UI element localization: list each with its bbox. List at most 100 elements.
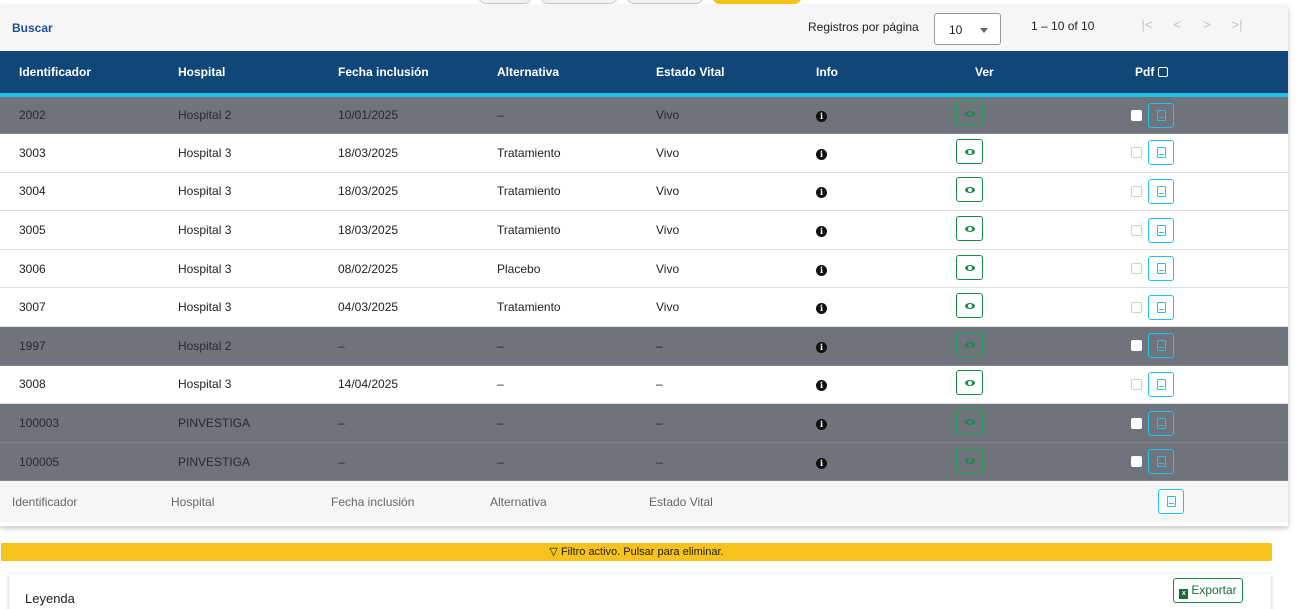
pdf-file-icon bbox=[1157, 340, 1166, 352]
view-button[interactable] bbox=[956, 409, 983, 435]
search-link[interactable]: Buscar bbox=[12, 21, 53, 35]
table-row[interactable]: 3006 Hospital 3 08/02/2025 Placebo Vivo i bbox=[0, 249, 1288, 289]
top-tab[interactable] bbox=[540, 0, 618, 4]
pdf-button[interactable] bbox=[1148, 371, 1174, 397]
pdf-button[interactable] bbox=[1148, 333, 1174, 359]
row-select-checkbox[interactable] bbox=[1131, 263, 1142, 275]
cell-hospital: PINVESTIGA bbox=[159, 403, 319, 443]
info-circle-icon[interactable]: i bbox=[816, 264, 827, 276]
view-button[interactable] bbox=[956, 177, 983, 203]
active-filter-banner[interactable]: ▽ Filtro activo. Pulsar para eliminar. bbox=[1, 543, 1272, 561]
row-select-checkbox[interactable] bbox=[1131, 417, 1142, 429]
row-select-checkbox[interactable] bbox=[1131, 185, 1142, 197]
next-page-icon[interactable]: > bbox=[1192, 17, 1222, 32]
cell-alternativa: Tratamiento bbox=[478, 172, 637, 212]
top-tab-active[interactable] bbox=[712, 0, 802, 4]
cell-fecha: 14/04/2025 bbox=[319, 365, 478, 405]
col-header-info: Info bbox=[816, 65, 838, 79]
col-header-pdf: Pdf bbox=[1116, 51, 1288, 95]
cell-estado: – bbox=[637, 326, 797, 366]
row-select-checkbox[interactable] bbox=[1131, 378, 1142, 390]
cell-alternativa: Tratamiento bbox=[478, 210, 637, 250]
info-circle-icon[interactable]: i bbox=[816, 341, 827, 353]
eye-icon bbox=[965, 187, 975, 194]
table-row[interactable]: 3007 Hospital 3 04/03/2025 Tratamiento Vivo i bbox=[0, 287, 1288, 328]
cell-estado: – bbox=[637, 442, 797, 482]
pdf-button[interactable] bbox=[1148, 294, 1174, 320]
row-select-checkbox[interactable] bbox=[1131, 456, 1142, 468]
view-button[interactable] bbox=[956, 101, 983, 127]
cell-fecha: 10/01/2025 bbox=[319, 95, 478, 135]
filter-hospital[interactable]: Hospital bbox=[159, 480, 319, 522]
row-select-checkbox[interactable] bbox=[1131, 224, 1142, 236]
view-button[interactable] bbox=[956, 447, 983, 473]
filter-identificador[interactable]: Identificador bbox=[0, 480, 159, 522]
info-circle-icon[interactable]: i bbox=[816, 380, 827, 392]
cell-alternativa: – bbox=[478, 365, 637, 405]
pdf-file-icon bbox=[1157, 263, 1166, 275]
cell-identificador: 3007 bbox=[0, 287, 159, 328]
cell-identificador: 1997 bbox=[0, 326, 159, 366]
info-circle-icon[interactable]: i bbox=[816, 148, 827, 160]
pdf-button[interactable] bbox=[1148, 217, 1174, 243]
col-header-estado[interactable]: Estado Vital bbox=[637, 51, 797, 95]
row-select-checkbox[interactable] bbox=[1131, 301, 1142, 313]
table-header: Identificador Hospital Fecha inclusión A… bbox=[0, 51, 1288, 95]
records-table: Identificador Hospital Fecha inclusión A… bbox=[0, 51, 1288, 522]
pdf-button[interactable] bbox=[1148, 140, 1174, 166]
pdf-button[interactable] bbox=[1148, 102, 1174, 128]
row-select-checkbox[interactable] bbox=[1131, 109, 1142, 121]
info-circle-icon[interactable]: i bbox=[816, 419, 827, 431]
info-circle-icon[interactable]: i bbox=[816, 111, 827, 123]
col-header-hospital[interactable]: Hospital bbox=[159, 51, 319, 95]
filter-row: Identificador Hospital Fecha inclusión A… bbox=[0, 480, 1288, 522]
pdf-button[interactable] bbox=[1148, 449, 1174, 475]
table-row[interactable]: 100005 PINVESTIGA – – – i bbox=[0, 442, 1288, 482]
bulk-pdf-button[interactable] bbox=[1158, 489, 1184, 515]
view-button[interactable] bbox=[956, 293, 983, 319]
cell-fecha: 18/03/2025 bbox=[319, 210, 478, 250]
cell-alternativa: – bbox=[478, 403, 637, 443]
info-circle-icon[interactable]: i bbox=[816, 303, 827, 315]
pdf-file-icon bbox=[1157, 456, 1166, 468]
cell-identificador: 100003 bbox=[0, 403, 159, 443]
table-row[interactable]: 2002 Hospital 2 10/01/2025– Vivo i bbox=[0, 95, 1288, 135]
export-button[interactable]: x Exportar bbox=[1173, 578, 1243, 603]
table-row[interactable]: 3005 Hospital 3 18/03/2025 Tratamiento Vivo i bbox=[0, 210, 1288, 250]
cell-identificador: 100005 bbox=[0, 442, 159, 482]
excel-icon: x bbox=[1179, 589, 1189, 599]
col-header-fecha[interactable]: Fecha inclusión bbox=[319, 51, 478, 95]
col-header-alternativa[interactable]: Alternativa bbox=[478, 51, 637, 95]
info-circle-icon[interactable]: i bbox=[816, 226, 827, 238]
view-button[interactable] bbox=[956, 138, 983, 164]
table-row[interactable]: 3008 Hospital 3 14/04/2025– – i bbox=[0, 365, 1288, 405]
row-select-checkbox[interactable] bbox=[1131, 147, 1142, 159]
info-circle-icon[interactable]: i bbox=[816, 457, 827, 469]
first-page-icon[interactable]: |< bbox=[1132, 17, 1162, 32]
pdf-button[interactable] bbox=[1148, 256, 1174, 282]
view-button[interactable] bbox=[956, 216, 983, 242]
view-button[interactable] bbox=[956, 331, 983, 357]
eye-icon bbox=[965, 419, 975, 426]
filter-estado[interactable]: Estado Vital bbox=[637, 480, 797, 522]
col-header-identificador[interactable]: Identificador bbox=[0, 51, 159, 95]
rows-per-page-select[interactable]: 10 bbox=[934, 13, 1001, 45]
view-button[interactable] bbox=[956, 254, 983, 280]
table-row[interactable]: 3003 Hospital 3 18/03/2025 Tratamiento Vivo i bbox=[0, 133, 1288, 173]
row-select-checkbox[interactable] bbox=[1131, 340, 1142, 352]
select-all-checkbox[interactable] bbox=[1158, 67, 1169, 77]
table-row[interactable]: 3004 Hospital 3 18/03/2025 Tratamiento Vivo i bbox=[0, 172, 1288, 212]
view-button[interactable] bbox=[956, 370, 983, 396]
table-row[interactable]: 100003 PINVESTIGA – – – i bbox=[0, 403, 1288, 443]
filter-fecha[interactable]: Fecha inclusión bbox=[319, 480, 478, 522]
top-tab[interactable] bbox=[478, 0, 532, 4]
table-row[interactable]: 1997 Hospital 2– – – i bbox=[0, 326, 1288, 366]
last-page-icon[interactable]: >| bbox=[1222, 17, 1252, 32]
top-tab[interactable] bbox=[626, 0, 704, 4]
pdf-button[interactable] bbox=[1148, 178, 1174, 204]
info-circle-icon[interactable]: i bbox=[816, 187, 827, 199]
filter-alternativa[interactable]: Alternativa bbox=[478, 480, 637, 522]
previous-page-icon[interactable]: < bbox=[1162, 17, 1192, 32]
pdf-button[interactable] bbox=[1148, 410, 1174, 436]
cell-identificador: 2002 bbox=[0, 95, 159, 135]
